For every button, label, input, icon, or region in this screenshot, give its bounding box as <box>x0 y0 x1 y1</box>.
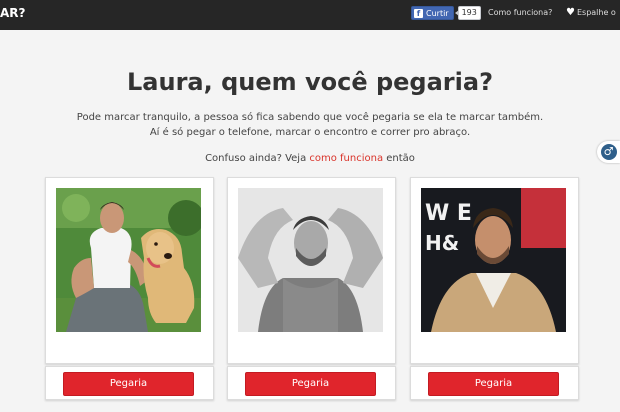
candidate-card: W E H& <box>410 177 579 364</box>
like-count: 193 <box>454 6 481 20</box>
svg-text:W E: W E <box>425 201 472 226</box>
site-logo[interactable]: AR? <box>0 6 26 20</box>
top-bar: AR? f Curtir 193 Como funciona? ♥ Espalh… <box>0 0 620 30</box>
subtitle-line-2: Aí é só pegar o telefone, marcar o encon… <box>149 127 471 138</box>
nav-share-link[interactable]: ♥ Espalhe o <box>566 7 616 18</box>
candidate-photo[interactable] <box>238 188 383 332</box>
facebook-icon: f <box>414 8 423 18</box>
pegaria-bar: Pegaria <box>410 366 579 400</box>
pegaria-button[interactable]: Pegaria <box>63 372 194 396</box>
page-title: Laura, quem você pegaria? <box>127 68 493 96</box>
confused-text: Confuso ainda? Veja como funciona então <box>0 153 620 164</box>
nav-how-it-works-link[interactable]: Como funciona? <box>488 8 552 17</box>
confused-prefix: Confuso ainda? Veja <box>205 153 310 164</box>
facebook-like[interactable]: f Curtir 193 <box>411 6 481 20</box>
candidate-card <box>45 177 214 364</box>
how-it-works-link[interactable]: como funciona <box>309 153 383 164</box>
male-symbol-icon: ♂ <box>600 144 617 160</box>
pegaria-button[interactable]: Pegaria <box>245 372 376 396</box>
confused-suffix: então <box>383 153 415 164</box>
like-label: Curtir <box>426 8 449 18</box>
candidate-photo[interactable]: W E H& <box>421 188 566 332</box>
svg-text:H&: H& <box>425 231 459 255</box>
subtitle-line-1: Pode marcar tranquilo, a pessoa só fica … <box>76 112 544 123</box>
pegaria-button[interactable]: Pegaria <box>428 372 559 396</box>
pegaria-bar: Pegaria <box>45 366 214 400</box>
candidate-photo[interactable] <box>56 188 201 332</box>
facebook-like-button[interactable]: f Curtir <box>411 6 454 20</box>
share-label: Espalhe o <box>576 8 616 17</box>
heart-icon: ♥ <box>566 7 575 18</box>
pegaria-bar: Pegaria <box>227 366 396 400</box>
candidate-card <box>227 177 396 364</box>
gender-toggle[interactable]: ♂ <box>597 141 620 163</box>
